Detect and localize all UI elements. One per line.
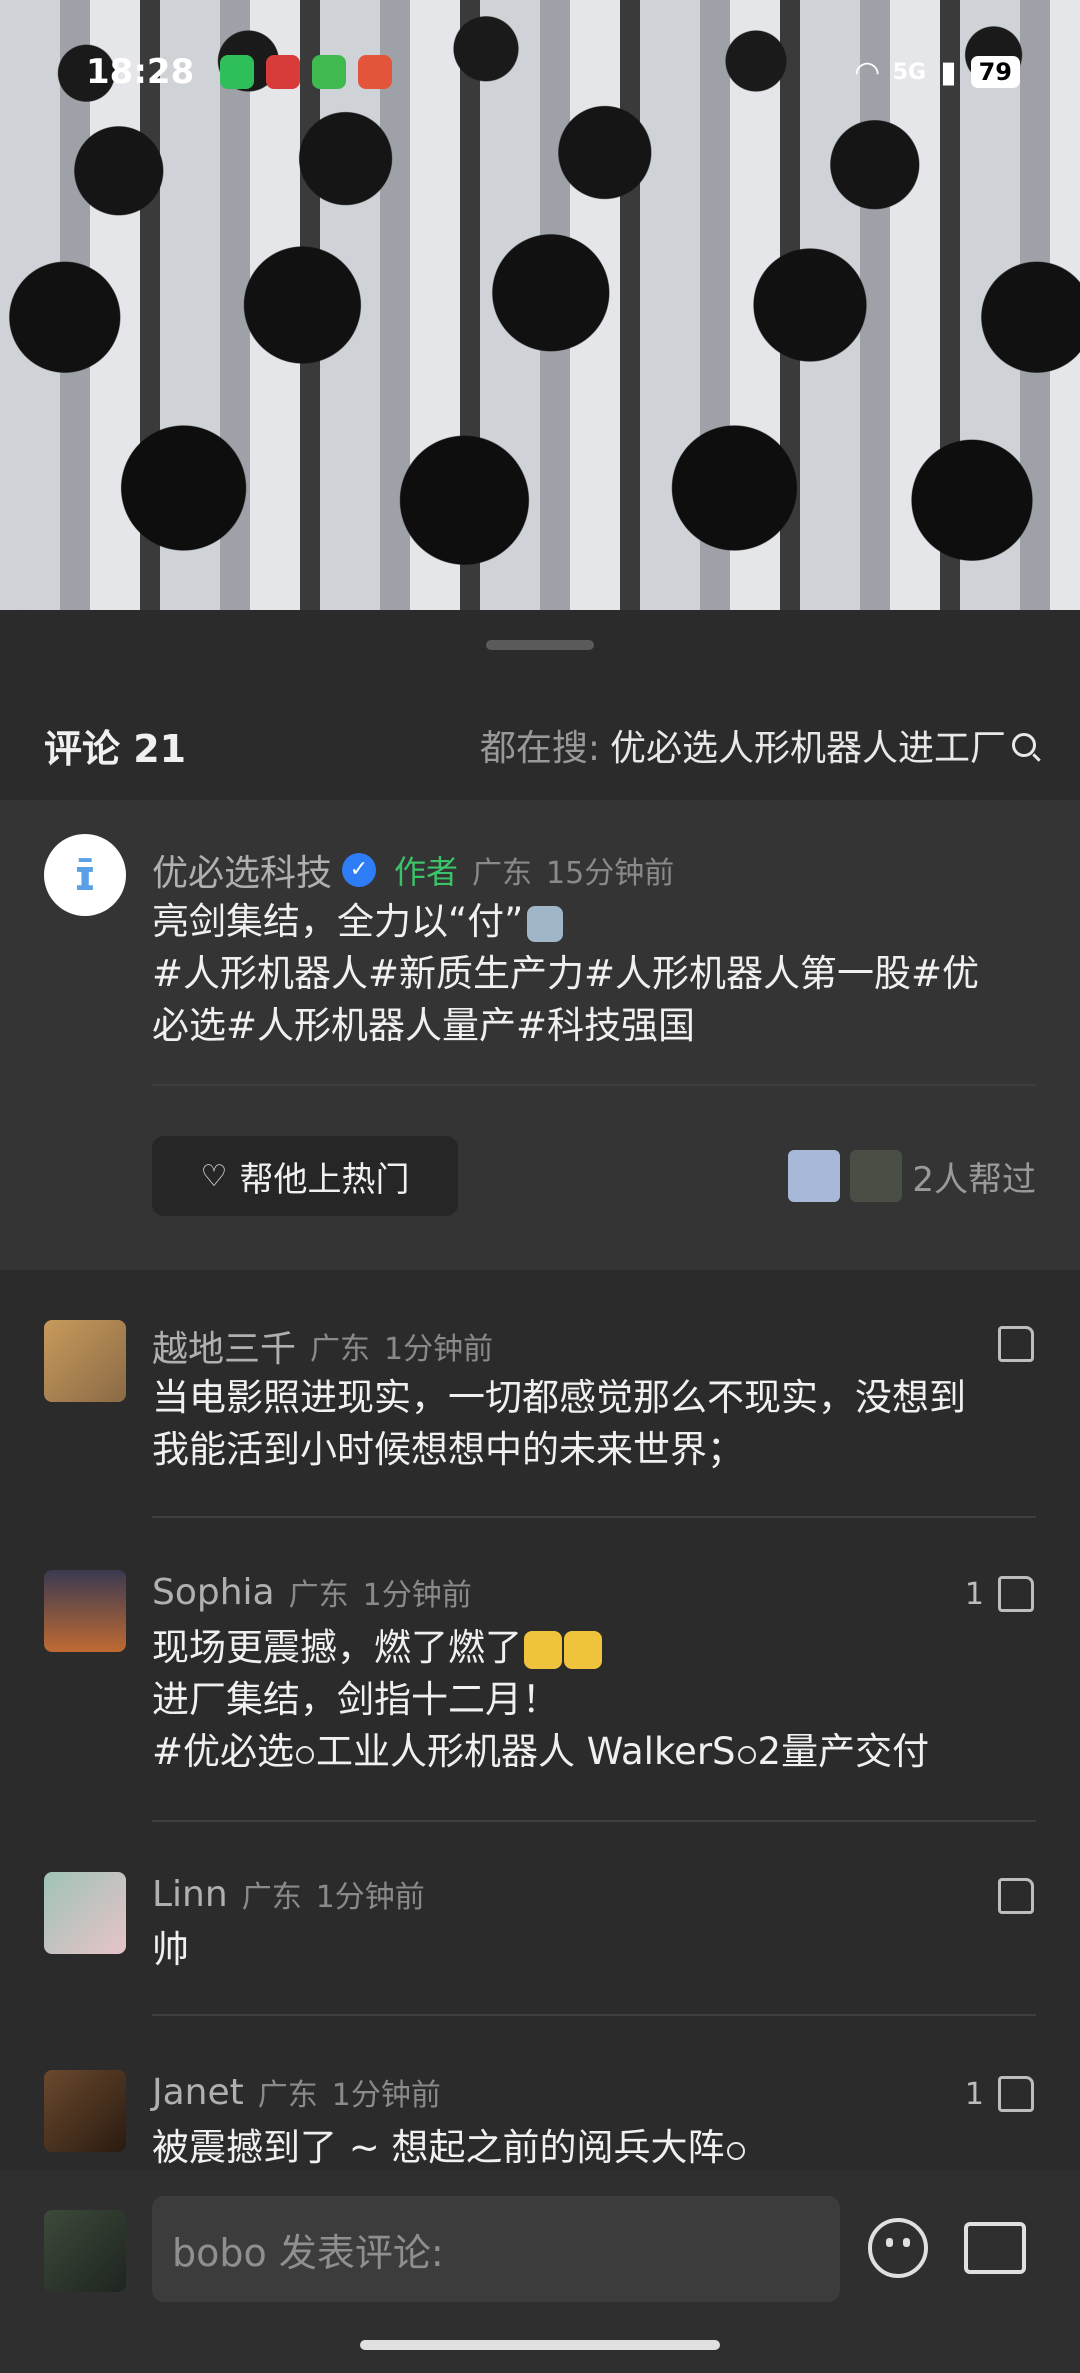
search-icon <box>296 1746 315 1764</box>
commenter-avatar[interactable] <box>44 2070 126 2152</box>
search-icon <box>737 1746 756 1764</box>
search-prefix: 都在搜: <box>479 728 600 769</box>
helpers[interactable]: 2人帮过 <box>788 1150 1036 1202</box>
comment-input-placeholder: bobo 发表评论: <box>172 2230 444 2275</box>
emoji-icon[interactable] <box>868 2218 928 2278</box>
comment-location: 广东 <box>288 1578 349 1613</box>
search-query[interactable]: 优必选人形机器人进工厂 <box>610 719 1006 771</box>
like-button[interactable] <box>984 1326 1034 1362</box>
comment-line: 2量产交付 <box>757 1730 930 1773</box>
comment-time: 1分钟前 <box>384 1332 494 1367</box>
comment-location: 广东 <box>241 1880 302 1915</box>
comment-text: 当电影照进现实，一切都感觉那么不现实，没想到 我能活到小时候想想中的未来世界； <box>152 1372 1032 1476</box>
comment-line: 进厂集结，剑指十二月！ <box>152 1678 559 1721</box>
thumbs-up-emoji-icon <box>564 1630 602 1669</box>
commenter-avatar[interactable] <box>44 1570 126 1652</box>
divider <box>152 2014 1036 2016</box>
author-avatar[interactable]: ɪ̄ <box>44 834 126 916</box>
author-comment-text: 亮剑集结，全力以“付” #人形机器人#新质生产力#人形机器人第一股#优 必选#人… <box>152 896 1032 1052</box>
boost-button[interactable]: ♡ 帮他上热门 <box>152 1136 458 1216</box>
comment-line: 被震撼到了 ~ 想起之前的阅兵大阵 <box>152 2126 725 2169</box>
verified-icon: ✓ <box>342 853 377 887</box>
divider <box>152 1820 1036 1822</box>
signal-icon: ▮ <box>940 54 957 90</box>
commenter-avatar[interactable] <box>44 1872 126 1954</box>
comment-line: 帅 <box>152 1928 189 1971</box>
comment-line: 我能活到小时候想想中的未来世界； <box>152 1428 744 1471</box>
author-comment: ɪ̄ 优必选科技 ✓ 作者 广东 15分钟前 亮剑集结，全力以“付” #人形机器… <box>0 800 1080 1270</box>
author-line-2[interactable]: #人形机器人#新质生产力#人形机器人第一股#优 <box>152 948 1032 1000</box>
commenter-name[interactable]: Janet <box>152 2072 244 2113</box>
heart-icon: ♡ <box>200 1158 228 1194</box>
sheet-drag-handle[interactable] <box>486 640 594 650</box>
like-button[interactable] <box>984 1878 1034 1914</box>
user-avatar[interactable] <box>44 2210 126 2292</box>
comment-time: 1分钟前 <box>331 2078 441 2113</box>
like-count: 1 <box>964 1576 984 1612</box>
helper-avatar <box>850 1150 903 1202</box>
comment-line: 现场更震撼，燃了燃了 <box>152 1626 522 1669</box>
author-time: 15分钟前 <box>546 856 675 891</box>
boost-label: 帮他上热门 <box>239 1159 410 1200</box>
author-logo-icon: ɪ̄ <box>73 850 97 900</box>
thumb-up-icon <box>998 1576 1034 1612</box>
divider <box>152 1516 1036 1518</box>
app-notification-icon-2 <box>358 55 393 89</box>
comment-text: 现场更震撼，燃了燃了 进厂集结，剑指十二月！ #优必选 工业人形机器人 Walke… <box>152 1622 1032 1778</box>
comment-composer-bar: bobo 发表评论: <box>0 2170 1080 2373</box>
status-time: 18:28 <box>86 52 195 92</box>
network-label: 5G <box>892 59 927 85</box>
comment-text: 被震撼到了 ~ 想起之前的阅兵大阵 <box>152 2122 1032 2174</box>
thumb-up-icon <box>998 2076 1034 2112</box>
thumbs-up-emoji-icon <box>524 1630 562 1669</box>
commenter-avatar[interactable] <box>44 1320 126 1402</box>
comment-line: 当电影照进现实，一切都感觉那么不现实，没想到 <box>152 1376 966 1419</box>
comment-time: 1分钟前 <box>315 1880 425 1915</box>
comment-location: 广东 <box>310 1332 371 1367</box>
search-link[interactable]: 工业人形机器人 WalkerS <box>316 1730 736 1773</box>
message-icon <box>312 55 347 89</box>
author-name[interactable]: 优必选科技 <box>152 844 332 896</box>
author-tag: 作者 <box>394 853 459 891</box>
thumb-up-icon <box>998 1326 1034 1362</box>
author-line-3[interactable]: 必选#人形机器人量产#科技强国 <box>152 1000 1032 1052</box>
search-icon <box>726 2142 745 2160</box>
commenter-name[interactable]: 越地三千 <box>152 1320 296 1372</box>
like-count: 1 <box>964 2076 984 2112</box>
wifi-icon: ◠ <box>855 54 879 90</box>
like-button[interactable]: 1 <box>965 1576 1034 1612</box>
commenter-name[interactable]: Linn <box>152 1874 228 1915</box>
comment-location: 广东 <box>257 2078 318 2113</box>
comment-sheet: 评论 21 都在搜: 优必选人形机器人进工厂 ɪ̄ 优必选科技 ✓ 作者 广东 … <box>0 610 1080 2373</box>
like-button[interactable]: 1 <box>965 2076 1034 2112</box>
wechat-icon <box>220 55 255 89</box>
trending-search[interactable]: 都在搜: 优必选人形机器人进工厂 <box>480 719 1036 771</box>
comment-text: 帅 <box>152 1924 1032 1976</box>
author-location: 广东 <box>472 856 533 891</box>
home-indicator[interactable] <box>360 2340 720 2350</box>
thumb-up-icon <box>998 1878 1034 1914</box>
comment-time: 1分钟前 <box>362 1578 472 1613</box>
commenter-name[interactable]: Sophia <box>152 1572 275 1613</box>
comment-count: 评论 21 <box>44 726 187 771</box>
image-icon[interactable] <box>964 2222 1026 2274</box>
comment-header: 评论 21 都在搜: 优必选人形机器人进工厂 <box>0 690 1080 800</box>
comment-input[interactable]: bobo 发表评论: <box>152 2196 840 2302</box>
search-icon <box>1012 733 1036 757</box>
helpers-label: 2人帮过 <box>912 1159 1036 1200</box>
author-line-1: 亮剑集结，全力以“付” <box>152 900 524 943</box>
helper-avatar <box>788 1150 841 1202</box>
robot-emoji-icon <box>527 905 564 942</box>
hashtag-link[interactable]: #优必选 <box>152 1730 294 1773</box>
battery-indicator: 79 <box>970 56 1020 88</box>
divider <box>152 1084 1036 1086</box>
app-notification-icon <box>266 55 301 89</box>
status-bar: 18:28 ◠ 5G ▮ 79 <box>86 48 1020 96</box>
